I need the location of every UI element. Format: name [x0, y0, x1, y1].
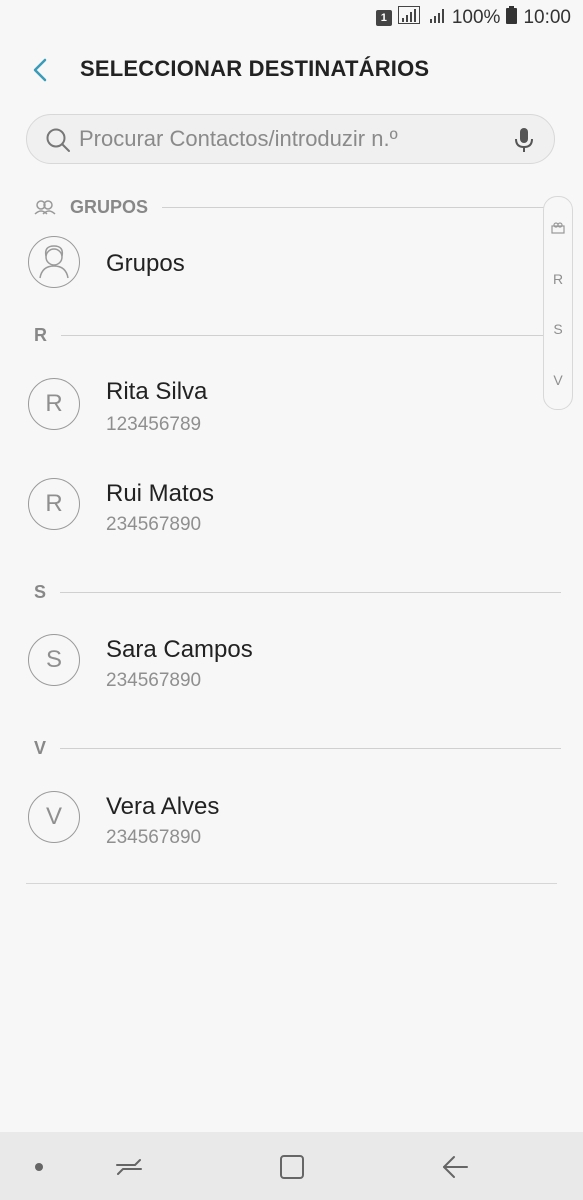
- section-header-groups: GRUPOS: [26, 196, 549, 218]
- list-end-divider: [26, 883, 557, 884]
- battery-icon: [506, 6, 518, 30]
- contact-name: Sara Campos: [106, 636, 253, 663]
- contact-row[interactable]: S Sara Campos 234567890: [0, 628, 583, 704]
- section-divider: [61, 334, 547, 336]
- section-divider: [60, 747, 562, 749]
- group-label: Grupos: [106, 250, 185, 277]
- contact-row[interactable]: R Rita Silva 123456789: [0, 372, 583, 448]
- system-back-button[interactable]: [438, 1150, 472, 1184]
- chevron-left-icon: [33, 58, 47, 82]
- recent-apps-icon: [116, 1159, 142, 1175]
- group-avatar: [28, 236, 80, 288]
- section-label: R: [34, 324, 47, 345]
- section-divider: [162, 206, 549, 208]
- contact-avatar: S: [28, 634, 80, 686]
- section-label: S: [34, 581, 47, 602]
- contact-avatar: R: [28, 378, 80, 430]
- microphone-icon[interactable]: [512, 127, 536, 153]
- search-input[interactable]: [79, 115, 499, 163]
- home-square-icon: [280, 1155, 304, 1179]
- status-bar: 1 100% 10:00: [0, 0, 583, 36]
- index-scrollbar[interactable]: R S V: [543, 196, 573, 410]
- section-header-v: V: [26, 737, 562, 759]
- contact-phone: 234567890: [106, 514, 202, 535]
- contact-row[interactable]: V Vera Alves 234567890: [0, 785, 583, 861]
- signal-icon: [397, 6, 424, 30]
- contact-phone: 123456789: [106, 414, 202, 435]
- dot-icon: [35, 1163, 43, 1171]
- sim-icon: 1: [375, 10, 392, 26]
- contact-phone: 234567890: [106, 827, 202, 848]
- back-button[interactable]: [22, 52, 58, 88]
- groups-icon: [34, 200, 56, 215]
- groups-index-icon[interactable]: [551, 222, 565, 234]
- signal-strength-icon: [429, 7, 446, 29]
- contact-name: Rita Silva: [106, 378, 208, 405]
- contact-name: Rui Matos: [106, 480, 215, 507]
- section-header-r: R: [26, 324, 547, 346]
- status-icons: 1 100% 10:00: [375, 6, 571, 30]
- section-label: GRUPOS: [70, 196, 149, 217]
- contact-avatar: V: [28, 791, 80, 843]
- system-navigation-bar: [0, 1132, 583, 1200]
- recent-apps-button[interactable]: [112, 1150, 146, 1184]
- search-bar: [26, 114, 555, 164]
- list-item-groups[interactable]: Grupos: [0, 232, 583, 296]
- status-time: 10:00: [523, 7, 571, 28]
- index-item-v[interactable]: V: [544, 372, 572, 388]
- contact-name: Vera Alves: [106, 793, 220, 820]
- section-divider: [60, 591, 562, 593]
- back-arrow-icon: [443, 1156, 468, 1178]
- nav-dot-button[interactable]: [22, 1150, 56, 1184]
- person-silhouette-icon: [39, 245, 69, 279]
- page-title: SELECCIONAR DESTINATÁRIOS: [80, 56, 430, 81]
- contact-avatar: R: [28, 478, 80, 530]
- index-item-r[interactable]: R: [544, 271, 572, 287]
- search-icon: [46, 128, 70, 152]
- home-button[interactable]: [275, 1150, 309, 1184]
- contact-phone: 234567890: [106, 670, 202, 691]
- section-label: V: [34, 737, 47, 758]
- app-header: SELECCIONAR DESTINATÁRIOS: [0, 36, 583, 104]
- index-item-s[interactable]: S: [544, 321, 572, 337]
- section-header-s: S: [26, 581, 562, 603]
- contact-row[interactable]: R Rui Matos 234567890: [0, 472, 583, 548]
- battery-percent: 100%: [451, 7, 501, 28]
